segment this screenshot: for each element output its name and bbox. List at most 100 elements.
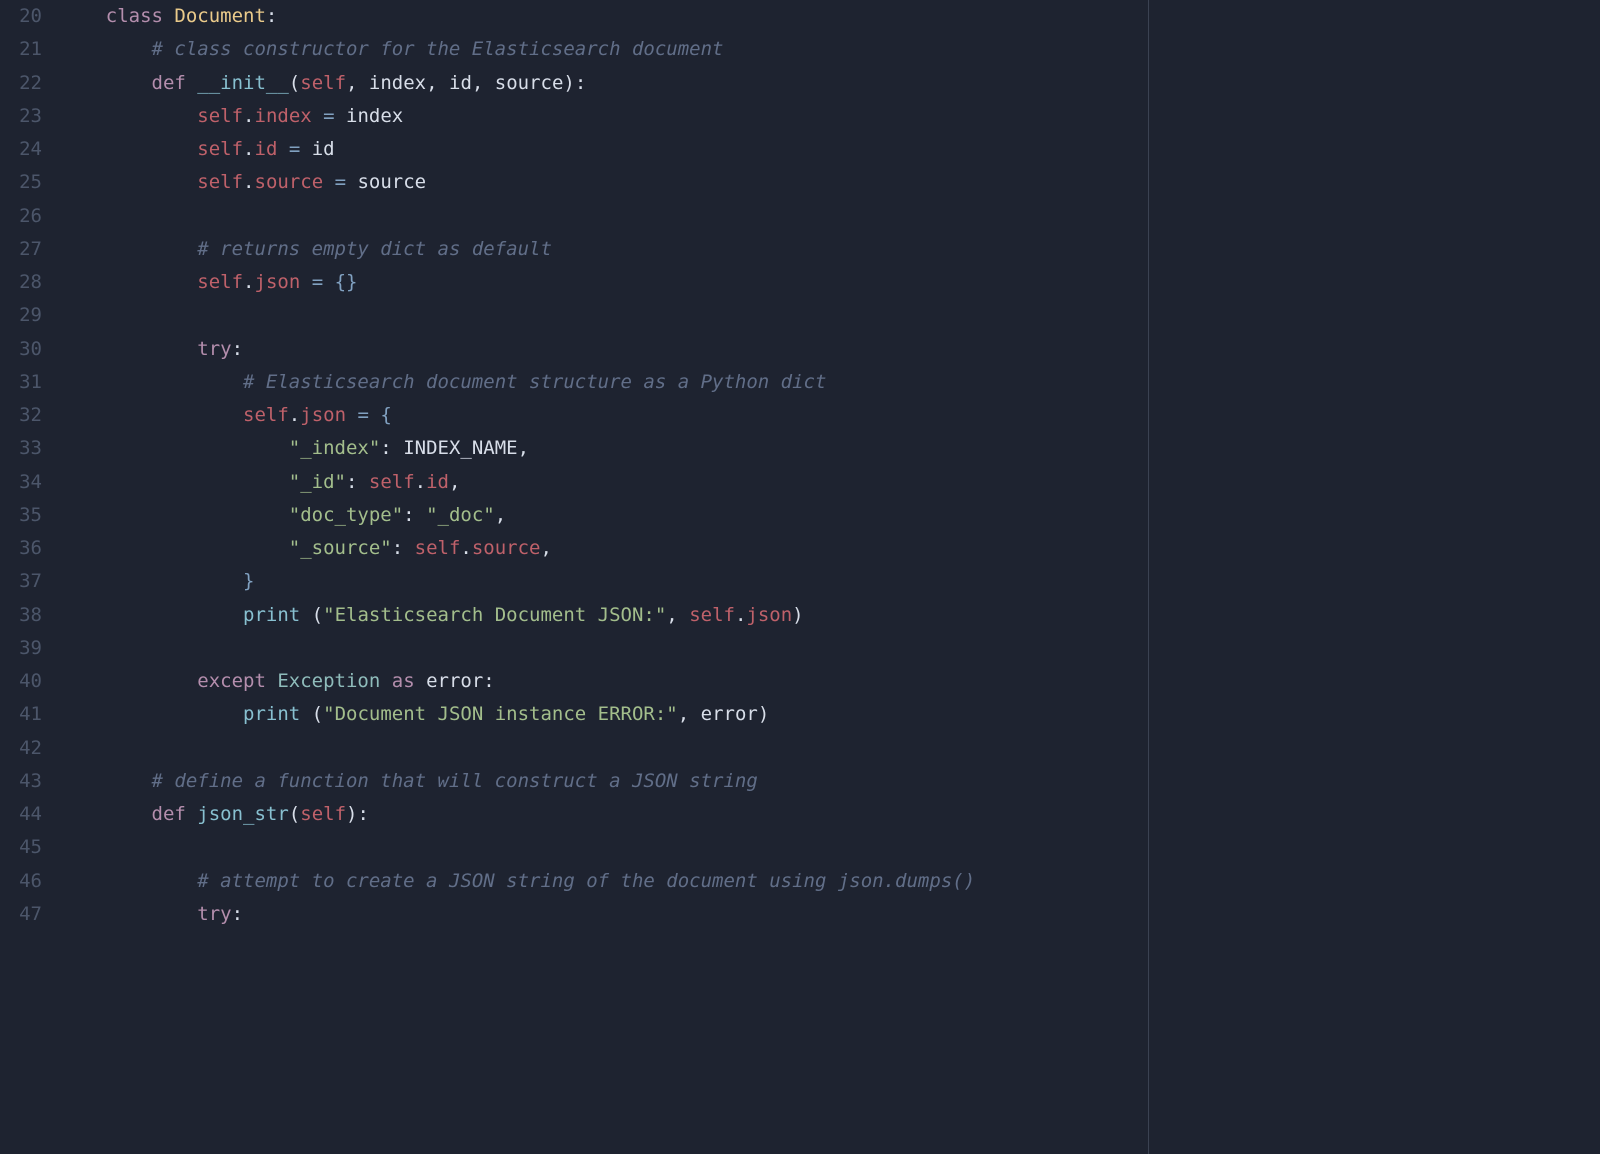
token: index — [255, 105, 312, 127]
line-number: 25 — [0, 166, 42, 199]
token: ( — [289, 803, 300, 825]
token: { — [380, 404, 391, 426]
line-number: 20 — [0, 0, 42, 33]
token — [60, 670, 197, 692]
code-line[interactable]: "_source": self.source, — [60, 532, 1600, 565]
token — [60, 903, 197, 925]
code-line[interactable]: print ("Document JSON instance ERROR:", … — [60, 698, 1600, 731]
token: source — [357, 171, 426, 193]
token: index — [346, 105, 403, 127]
line-number-gutter: 2021222324252627282930313233343536373839… — [0, 0, 56, 1154]
code-line[interactable]: print ("Elasticsearch Document JSON:", s… — [60, 599, 1600, 632]
token: ) — [346, 803, 357, 825]
line-number: 28 — [0, 266, 42, 299]
token: self — [197, 271, 243, 293]
token: . — [289, 404, 300, 426]
token: : — [232, 338, 243, 360]
token: self — [300, 72, 346, 94]
code-line[interactable]: self.id = id — [60, 133, 1600, 166]
code-line[interactable] — [60, 732, 1600, 765]
token: print — [243, 604, 300, 626]
token: error — [426, 670, 483, 692]
code-line[interactable]: self.json = { — [60, 399, 1600, 432]
code-line[interactable]: "_id": self.id, — [60, 466, 1600, 499]
line-number: 26 — [0, 200, 42, 233]
token — [60, 371, 243, 393]
code-line[interactable]: class Document: — [60, 0, 1600, 33]
token: source — [255, 171, 324, 193]
token — [60, 703, 243, 725]
token: ( — [289, 72, 300, 94]
code-line[interactable]: self.json = {} — [60, 266, 1600, 299]
token — [60, 770, 152, 792]
token: self — [689, 604, 735, 626]
token — [60, 338, 197, 360]
line-number: 33 — [0, 432, 42, 465]
code-line[interactable]: self.index = index — [60, 100, 1600, 133]
line-number: 23 — [0, 100, 42, 133]
line-number: 35 — [0, 499, 42, 532]
token — [60, 271, 197, 293]
token: : — [357, 803, 368, 825]
code-line[interactable]: # class constructor for the Elasticsearc… — [60, 33, 1600, 66]
token: json — [746, 604, 792, 626]
token — [60, 537, 289, 559]
token: json — [300, 404, 346, 426]
token — [60, 437, 289, 459]
token: self — [300, 803, 346, 825]
code-line[interactable]: self.source = source — [60, 166, 1600, 199]
token: . — [460, 537, 471, 559]
token: "_id" — [289, 471, 346, 493]
line-number: 21 — [0, 33, 42, 66]
code-line[interactable] — [60, 831, 1600, 864]
line-number: 47 — [0, 898, 42, 931]
token: ) — [758, 703, 769, 725]
token — [60, 471, 289, 493]
line-number: 46 — [0, 865, 42, 898]
token: __init__ — [197, 72, 289, 94]
line-number: 36 — [0, 532, 42, 565]
code-area[interactable]: class Document: # class constructor for … — [56, 0, 1600, 1154]
code-line[interactable]: # Elasticsearch document structure as a … — [60, 366, 1600, 399]
token: json — [255, 271, 301, 293]
token: : — [380, 437, 403, 459]
token: : — [403, 504, 426, 526]
code-line[interactable]: # attempt to create a JSON string of the… — [60, 865, 1600, 898]
code-editor[interactable]: 2021222324252627282930313233343536373839… — [0, 0, 1600, 1154]
token — [60, 870, 197, 892]
code-line[interactable]: except Exception as error: — [60, 665, 1600, 698]
code-line[interactable]: } — [60, 565, 1600, 598]
token: source — [495, 72, 564, 94]
token: : — [575, 72, 586, 94]
code-line[interactable]: "_index": INDEX_NAME, — [60, 432, 1600, 465]
code-line[interactable] — [60, 200, 1600, 233]
token: , — [678, 703, 701, 725]
token: self — [197, 105, 243, 127]
code-line[interactable]: "doc_type": "_doc", — [60, 499, 1600, 532]
code-line[interactable]: # define a function that will construct … — [60, 765, 1600, 798]
token: def — [152, 72, 198, 94]
token: Exception — [277, 670, 380, 692]
code-line[interactable] — [60, 299, 1600, 332]
token: . — [735, 604, 746, 626]
token: = — [323, 171, 357, 193]
code-line[interactable]: def __init__(self, index, id, source): — [60, 67, 1600, 100]
line-number: 30 — [0, 333, 42, 366]
line-number: 45 — [0, 831, 42, 864]
token: , — [540, 537, 551, 559]
token: ( — [300, 604, 323, 626]
token: self — [415, 537, 461, 559]
token: id — [255, 138, 278, 160]
token: # Elasticsearch document structure as a … — [243, 371, 826, 393]
code-line[interactable]: try: — [60, 333, 1600, 366]
token: class — [106, 5, 175, 27]
line-number: 27 — [0, 233, 42, 266]
token: , — [426, 72, 449, 94]
code-line[interactable]: def json_str(self): — [60, 798, 1600, 831]
code-line[interactable]: # returns empty dict as default — [60, 233, 1600, 266]
token: try — [197, 903, 231, 925]
code-line[interactable]: try: — [60, 898, 1600, 931]
token: self — [369, 471, 415, 493]
code-line[interactable] — [60, 632, 1600, 665]
token: , — [449, 471, 460, 493]
